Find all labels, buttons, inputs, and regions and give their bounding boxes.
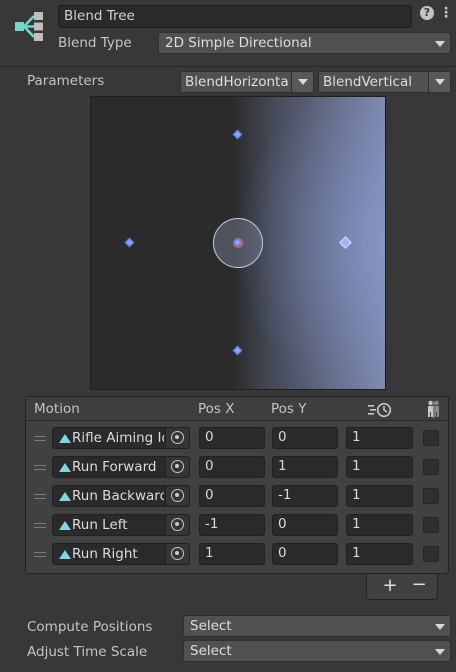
- y-parameter-dropdown-button[interactable]: [428, 72, 450, 92]
- blend-tree-inspector: Blend Tree ? ⋮ Blend Type 2D Simple Dire…: [0, 0, 456, 672]
- motion-row: Run Left -1 0 1: [26, 511, 448, 540]
- mirror-checkbox[interactable]: [423, 517, 439, 533]
- adjust-time-scale-dropdown[interactable]: Select: [183, 640, 451, 662]
- x-parameter-dropdown-button[interactable]: [291, 72, 313, 92]
- blend-tree-name-field[interactable]: Blend Tree: [58, 5, 412, 28]
- compute-positions-value: Select: [190, 618, 232, 634]
- blend-type-label: Blend Type: [58, 35, 132, 51]
- chevron-down-icon: [435, 79, 445, 85]
- time-scale-field[interactable]: 1: [346, 427, 413, 449]
- animation-clip-icon: [59, 521, 71, 530]
- motion-clip-name: Run Forward: [72, 459, 157, 475]
- animation-clip-icon: [59, 492, 71, 501]
- drag-handle-icon[interactable]: [34, 465, 46, 470]
- motion-row: Run Right 1 0 1: [26, 540, 448, 569]
- motion-clip-field[interactable]: Run Right: [52, 543, 190, 565]
- blend-type-dropdown[interactable]: 2D Simple Directional: [158, 32, 451, 54]
- blend-tree-icon: [15, 12, 43, 41]
- time-scale-field[interactable]: 1: [346, 485, 413, 507]
- drag-handle-icon[interactable]: [34, 436, 46, 441]
- more-options-icon[interactable]: ⋮: [439, 4, 453, 22]
- pos-x-field[interactable]: 0: [199, 427, 265, 449]
- remove-motion-button[interactable]: −: [409, 576, 429, 596]
- compute-positions-label: Compute Positions: [27, 619, 153, 635]
- chevron-down-icon: [435, 624, 445, 630]
- time-scale-field[interactable]: 1: [346, 456, 413, 478]
- adjust-time-scale-label: Adjust Time Scale: [27, 644, 148, 660]
- blend-point[interactable]: [124, 237, 134, 247]
- y-parameter-dropdown[interactable]: BlendVertical: [318, 71, 451, 93]
- pos-y-field[interactable]: -1: [272, 485, 338, 507]
- motion-clip-name: Rifle Aiming Idle: [72, 430, 164, 446]
- motion-header: Motion: [34, 401, 80, 417]
- help-icon[interactable]: ?: [420, 6, 434, 20]
- drag-handle-icon[interactable]: [34, 494, 46, 499]
- blend-type-value: 2D Simple Directional: [165, 35, 312, 51]
- object-picker-icon: [171, 460, 184, 473]
- pos-y-field[interactable]: 0: [272, 543, 338, 565]
- compute-positions-dropdown[interactable]: Select: [183, 615, 451, 637]
- animation-clip-icon: [59, 550, 71, 559]
- pos-y-header: Pos Y: [271, 401, 307, 417]
- divider: [0, 66, 456, 67]
- blend-graph[interactable]: [90, 96, 386, 390]
- object-picker-button[interactable]: [165, 428, 189, 448]
- mirror-icon: [428, 400, 439, 418]
- motion-clip-field[interactable]: Run Backward: [52, 485, 190, 507]
- chevron-down-icon: [435, 41, 445, 47]
- drag-handle-icon[interactable]: [34, 552, 46, 557]
- object-picker-button[interactable]: [165, 515, 189, 535]
- object-picker-icon: [171, 518, 184, 531]
- add-motion-button[interactable]: +: [379, 576, 401, 596]
- x-parameter-dropdown[interactable]: BlendHorizontal: [180, 71, 314, 93]
- animation-clip-icon: [59, 434, 71, 443]
- motion-clip-name: Run Left: [72, 517, 128, 533]
- object-picker-button[interactable]: [165, 544, 189, 564]
- time-scale-field[interactable]: 1: [346, 514, 413, 536]
- adjust-time-scale-value: Select: [190, 643, 232, 659]
- motion-row: Run Forward 0 1 1: [26, 453, 448, 482]
- chevron-down-icon: [435, 649, 445, 655]
- motion-clip-field[interactable]: Rifle Aiming Idle: [52, 427, 190, 449]
- pos-x-field[interactable]: 0: [199, 456, 265, 478]
- motion-clip-name: Run Right: [72, 546, 138, 562]
- motion-clip-field[interactable]: Run Left: [52, 514, 190, 536]
- motion-list: Motion Pos X Pos Y Rifle Aiming Idle001R…: [25, 396, 449, 574]
- blend-point[interactable]: [232, 129, 242, 139]
- drag-handle-icon[interactable]: [34, 523, 46, 528]
- object-picker-button[interactable]: [165, 486, 189, 506]
- pos-x-field[interactable]: -1: [199, 514, 265, 536]
- animation-clip-icon: [59, 463, 71, 472]
- x-parameter-value: BlendHorizontal: [185, 74, 289, 90]
- pos-x-field[interactable]: 0: [199, 485, 265, 507]
- pos-x-header: Pos X: [198, 401, 235, 417]
- pos-y-field[interactable]: 0: [272, 514, 338, 536]
- pos-y-field[interactable]: 0: [272, 427, 338, 449]
- mirror-checkbox[interactable]: [423, 488, 439, 504]
- motion-list-footer: + −: [366, 574, 438, 600]
- object-picker-icon: [171, 431, 184, 444]
- motion-clip-field[interactable]: Run Forward: [52, 456, 190, 478]
- object-picker-icon: [171, 547, 184, 560]
- object-picker-button[interactable]: [165, 457, 189, 477]
- time-scale-icon: [368, 402, 392, 418]
- chevron-down-icon: [298, 79, 308, 85]
- y-parameter-value: BlendVertical: [323, 74, 412, 90]
- object-picker-icon: [171, 489, 184, 502]
- time-scale-field[interactable]: 1: [346, 543, 413, 565]
- mirror-checkbox[interactable]: [423, 546, 439, 562]
- mirror-checkbox[interactable]: [423, 430, 439, 446]
- blend-point[interactable]: [232, 345, 242, 355]
- motion-row: Run Backward 0 -1 1: [26, 482, 448, 511]
- motion-clip-name: Run Backward: [72, 488, 164, 504]
- motion-row: Rifle Aiming Idle001: [26, 424, 448, 453]
- pos-x-field[interactable]: 1: [199, 543, 265, 565]
- parameters-label: Parameters: [27, 73, 105, 89]
- mirror-checkbox[interactable]: [423, 459, 439, 475]
- pos-y-field[interactable]: 1: [272, 456, 338, 478]
- motion-list-header: Motion Pos X Pos Y: [26, 397, 448, 421]
- blend-point[interactable]: [338, 235, 352, 249]
